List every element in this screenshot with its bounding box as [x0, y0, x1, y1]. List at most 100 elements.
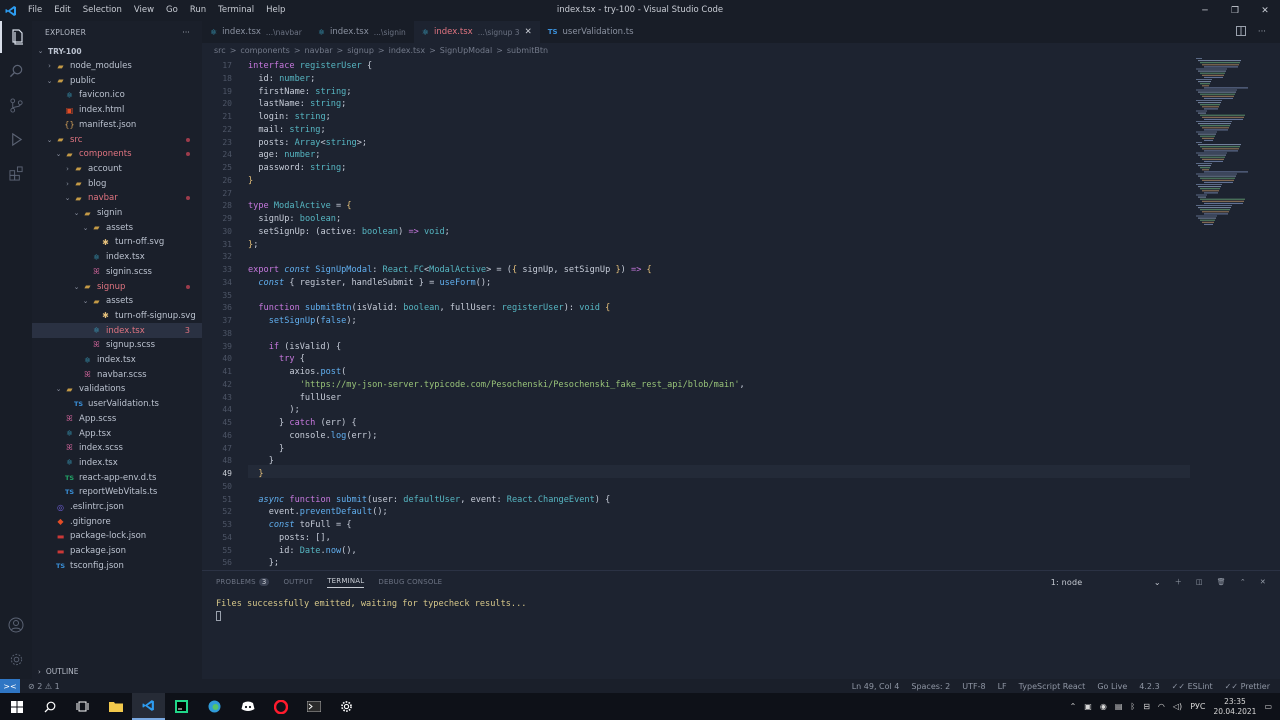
editor-tab[interactable]: ⚛ index.tsx ...\signup 3 ✕ [413, 21, 540, 43]
volume-icon[interactable]: ◁) [1173, 702, 1182, 711]
search-icon[interactable] [0, 55, 32, 87]
tree-file[interactable]: ꕤ App.scss [32, 412, 202, 427]
tree-file[interactable]: TS react-app-env.d.ts [32, 470, 202, 485]
breadcrumb-item[interactable]: index.tsx [389, 46, 425, 55]
tree-folder[interactable]: ⌄ ▰ signup [32, 279, 202, 294]
source-control-icon[interactable] [0, 89, 32, 121]
tree-file[interactable]: ⚛ index.tsx [32, 353, 202, 368]
split-editor-icon[interactable] [1235, 25, 1246, 39]
search-icon[interactable] [33, 693, 66, 720]
edge-browser-icon[interactable] [198, 693, 231, 720]
breadcrumb-item[interactable]: signup [347, 46, 374, 55]
tree-folder[interactable]: ⌄ ▰ validations [32, 382, 202, 397]
tree-folder[interactable]: › ▰ account [32, 162, 202, 177]
tree-file[interactable]: ꕤ signup.scss [32, 338, 202, 353]
status-item[interactable]: Ln 49, Col 4 [852, 682, 900, 691]
minimap[interactable] [1196, 58, 1266, 238]
tree-folder[interactable]: ⌄ ▰ assets [32, 220, 202, 235]
tree-file[interactable]: TS userValidation.ts [32, 397, 202, 412]
windows-start-icon[interactable] [0, 693, 33, 720]
tree-file[interactable]: ꕤ index.scss [32, 441, 202, 456]
keyboard-language[interactable]: РУС [1190, 702, 1205, 711]
tree-file[interactable]: TS reportWebVitals.ts [32, 485, 202, 500]
notifications-icon[interactable]: ▭ [1264, 702, 1272, 711]
tree-file[interactable]: ▣ index.html [32, 103, 202, 118]
editor-tab[interactable]: ⚛ index.tsx ...\signin [310, 21, 414, 43]
tree-folder[interactable]: ⌄ ▰ src [32, 132, 202, 147]
outline-section[interactable]: › OUTLINE [32, 664, 202, 679]
explorer-icon[interactable] [0, 21, 32, 53]
maximize-panel-icon[interactable]: ⌃ [1240, 578, 1246, 586]
problems-status[interactable]: ⊘ 2 ⚠ 1 [28, 682, 60, 691]
tab-debug-console[interactable]: DEBUG CONSOLE [378, 578, 442, 586]
run-debug-icon[interactable] [0, 123, 32, 155]
menu-file[interactable]: File [22, 0, 48, 21]
tree-file[interactable]: ꕤ navbar.scss [32, 367, 202, 382]
status-item[interactable]: TypeScript React [1019, 682, 1086, 691]
editor-tab[interactable]: TS userValidation.ts [540, 21, 642, 43]
tree-file[interactable]: ⚛ App.tsx [32, 426, 202, 441]
status-item[interactable]: Go Live [1097, 682, 1127, 691]
menu-selection[interactable]: Selection [77, 0, 128, 21]
breadcrumb-item[interactable]: SignUpModal [440, 46, 492, 55]
tree-folder[interactable]: ⌄ ▰ public [32, 73, 202, 88]
task-view-icon[interactable] [66, 693, 99, 720]
tree-folder[interactable]: ⌄ ▰ components [32, 147, 202, 162]
editor-scrollbar[interactable] [1272, 58, 1280, 568]
file-explorer-icon[interactable] [99, 693, 132, 720]
tree-root[interactable]: ⌄ TRY-100 [32, 44, 202, 59]
menu-run[interactable]: Run [184, 0, 212, 21]
settings-gear-icon[interactable] [330, 693, 363, 720]
terminal-select[interactable]: 1: node ⌄ [1051, 575, 1161, 589]
menu-edit[interactable]: Edit [48, 0, 76, 21]
tree-folder[interactable]: ⌄ ▰ navbar [32, 191, 202, 206]
tree-folder[interactable]: › ▰ node_modules [32, 59, 202, 74]
code-editor[interactable]: 17 interface registerUser {18 id: number;… [202, 58, 1280, 568]
breadcrumb-item[interactable]: src [214, 46, 226, 55]
editor-tab[interactable]: ⚛ index.tsx ...\navbar [202, 21, 310, 43]
tree-file[interactable]: ⚛ index.tsx 3 [32, 323, 202, 338]
tree-file[interactable]: ⚛ index.tsx [32, 456, 202, 471]
breadcrumb-item[interactable]: components [240, 46, 289, 55]
extensions-icon[interactable] [0, 157, 32, 189]
tree-file[interactable]: ꕤ signin.scss [32, 265, 202, 280]
menu-view[interactable]: View [128, 0, 160, 21]
close-icon[interactable]: ✕ [1250, 0, 1280, 21]
tree-folder[interactable]: ⌄ ▰ signin [32, 206, 202, 221]
minimize-icon[interactable]: ─ [1190, 0, 1220, 21]
tree-file[interactable]: ▬ package.json [32, 544, 202, 559]
more-actions-icon[interactable]: ··· [1258, 27, 1266, 37]
opera-browser-icon[interactable] [264, 693, 297, 720]
tree-file[interactable]: ◆ .gitignore [32, 514, 202, 529]
tree-file[interactable]: ▬ package-lock.json [32, 529, 202, 544]
menu-terminal[interactable]: Terminal [212, 0, 260, 21]
tree-file[interactable]: ✱ turn-off.svg [32, 235, 202, 250]
explorer-more-icon[interactable]: ··· [182, 28, 190, 37]
restore-icon[interactable]: ❐ [1220, 0, 1250, 21]
network-icon[interactable]: ⊟ [1143, 702, 1150, 711]
tray-overflow-icon[interactable]: ⌃ [1070, 702, 1077, 711]
clock[interactable]: 23:35 20.04.2021 [1213, 697, 1256, 717]
breadcrumb-item[interactable]: submitBtn [507, 46, 548, 55]
pycharm-icon[interactable] [165, 693, 198, 720]
tab-terminal[interactable]: TERMINAL [327, 577, 365, 588]
tree-file[interactable]: ◎ .eslintrc.json [32, 500, 202, 515]
status-item[interactable]: ✓✓ ESLint [1172, 682, 1213, 691]
close-panel-icon[interactable]: ✕ [1260, 578, 1266, 586]
status-item[interactable]: UTF-8 [962, 682, 985, 691]
terminal-app-icon[interactable] [297, 693, 330, 720]
tab-problems[interactable]: PROBLEMS 3 [216, 578, 270, 586]
settings-gear-icon[interactable] [0, 643, 32, 675]
tab-close-icon[interactable]: ✕ [525, 27, 532, 37]
discord-icon[interactable] [231, 693, 264, 720]
new-terminal-icon[interactable]: ＋ [1175, 577, 1182, 587]
menu-go[interactable]: Go [160, 0, 184, 21]
tree-file[interactable]: {} manifest.json [32, 118, 202, 133]
status-item[interactable]: 4.2.3 [1139, 682, 1159, 691]
status-item[interactable]: LF [998, 682, 1007, 691]
tray-app2-icon[interactable]: ◉ [1100, 702, 1107, 711]
tree-file[interactable]: ⚛ favicon.ico [32, 88, 202, 103]
tree-file[interactable]: TS tsconfig.json [32, 559, 202, 574]
wifi-icon[interactable]: ◠ [1158, 702, 1165, 711]
breadcrumb-item[interactable]: navbar [305, 46, 333, 55]
